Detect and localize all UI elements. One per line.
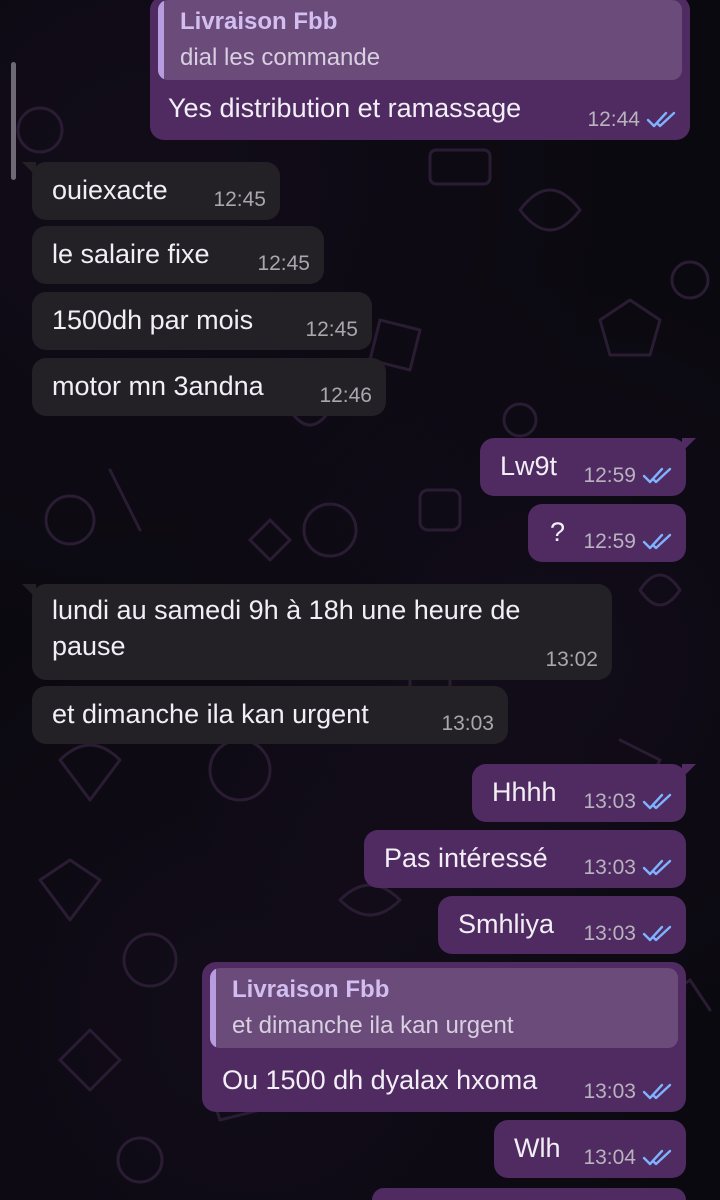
quote-accent-bar [210, 968, 216, 1048]
message-text: Hhhh [492, 777, 557, 807]
message-meta: 13:03 [583, 922, 672, 946]
message-text: ouiexacte [52, 175, 168, 205]
double-check-icon [642, 859, 672, 876]
message-bubble-outgoing[interactable]: Lw9t 12:59 [480, 438, 696, 496]
message-bubble-outgoing[interactable]: Hhhh 13:03 [472, 764, 696, 822]
message-meta: 13:03 [583, 856, 672, 880]
message-text: 1500dh par mois [52, 305, 254, 335]
message-bubble-outgoing[interactable]: Wlh 13:04 [494, 1120, 686, 1178]
message-text: Pas intéressé [384, 843, 548, 873]
message-bubble-incoming[interactable]: et dimanche ila kan urgent 13:03 [32, 686, 508, 744]
message-time: 12:44 [587, 108, 640, 131]
quote-text: dial les commande [180, 44, 381, 71]
message-meta: 12:59 [583, 530, 672, 554]
double-check-icon [642, 533, 672, 550]
message-time: 12:59 [583, 530, 636, 553]
message-meta: 12:46 [319, 384, 372, 408]
message-text: Yes distribution et ramassage [168, 93, 522, 123]
message-bubble-incoming[interactable]: le salaire fixe 12:45 [32, 226, 324, 284]
quoted-message[interactable]: Livraison Fbb dial les commande [158, 0, 682, 80]
message-text: Ou 1500 dh dyalax hxoma [222, 1065, 538, 1095]
message-time: 13:03 [441, 712, 494, 735]
message-bubble-outgoing[interactable]: Pas intéressé 13:03 [364, 830, 686, 888]
message-time: 13:03 [583, 1080, 636, 1103]
double-check-icon [642, 793, 672, 810]
message-text: le salaire fixe [52, 239, 210, 269]
message-time: 13:03 [583, 790, 636, 813]
double-check-icon [642, 925, 672, 942]
quote-accent-bar [158, 0, 164, 80]
message-time: 13:03 [583, 922, 636, 945]
quote-text: et dimanche ila kan urgent [232, 1012, 514, 1039]
message-bubble-incoming[interactable]: 1500dh par mois 12:45 [32, 292, 372, 350]
message-meta: 13:02 [545, 648, 598, 672]
scrollbar[interactable] [11, 62, 16, 180]
message-text: lundi au samedi 9h à 18h une heure de pa… [52, 595, 521, 661]
message-text: Smhliya [458, 909, 555, 939]
message-time: 12:59 [583, 464, 636, 487]
message-meta: 12:45 [305, 318, 358, 342]
message-time: 12:46 [319, 384, 372, 407]
message-text: Wlh [514, 1133, 561, 1163]
quote-sender: Livraison Fbb [180, 8, 338, 35]
message-bubble-incoming[interactable]: lundi au samedi 9h à 18h une heure de pa… [22, 584, 612, 680]
message-bubble-outgoing-partial[interactable] [372, 1188, 686, 1200]
message-text: et dimanche ila kan urgent [52, 699, 369, 729]
message-bubble-outgoing[interactable]: Smhliya 13:03 [438, 896, 686, 954]
message-meta: 13:03 [441, 712, 494, 736]
message-meta: 12:45 [257, 252, 310, 276]
message-time: 12:45 [257, 252, 310, 275]
quoted-message[interactable]: Livraison Fbb et dimanche ila kan urgent [210, 968, 678, 1048]
message-bubble-outgoing[interactable]: Livraison Fbb et dimanche ila kan urgent… [202, 962, 686, 1112]
message-text: motor mn 3andna [52, 371, 264, 401]
message-time: 12:45 [305, 318, 358, 341]
message-time: 13:04 [583, 1146, 636, 1169]
message-bubble-incoming[interactable]: motor mn 3andna 12:46 [32, 358, 386, 416]
message-meta: 12:44 [587, 108, 676, 132]
message-bubble-outgoing[interactable]: Livraison Fbb dial les commande Yes dist… [150, 0, 690, 140]
message-time: 12:45 [213, 188, 266, 211]
message-meta: 13:03 [583, 790, 672, 814]
double-check-icon [642, 467, 672, 484]
double-check-icon [642, 1149, 672, 1166]
message-text: ? [550, 517, 566, 547]
message-meta: 12:59 [583, 464, 672, 488]
message-time: 13:03 [583, 856, 636, 879]
double-check-icon [642, 1083, 672, 1100]
message-bubble-outgoing[interactable]: ? 12:59 [528, 504, 686, 562]
message-meta: 12:45 [213, 188, 266, 212]
message-meta: 13:04 [583, 1146, 672, 1170]
double-check-icon [646, 111, 676, 128]
quote-sender: Livraison Fbb [232, 976, 390, 1003]
message-meta: 13:03 [583, 1080, 672, 1104]
message-time: 13:02 [545, 648, 598, 671]
message-bubble-incoming[interactable]: ouiexacte 12:45 [22, 162, 280, 220]
message-text: Lw9t [500, 451, 558, 481]
